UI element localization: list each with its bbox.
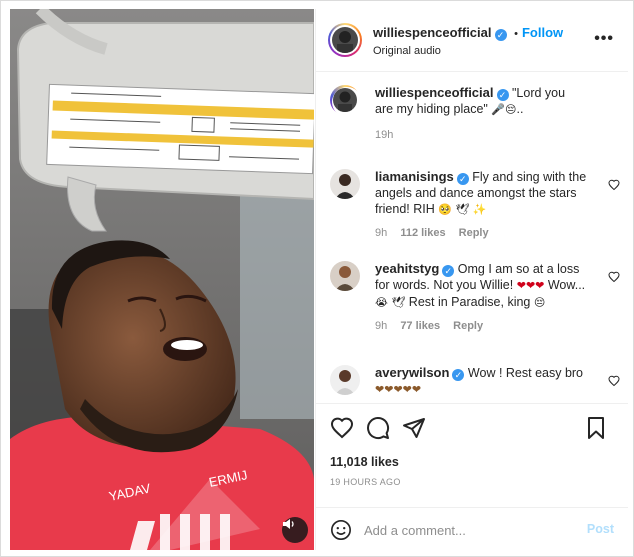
red-heart-emoji-icon: ❤ xyxy=(535,279,545,292)
dove-emoji-icon: 🕊 xyxy=(455,203,470,216)
brown-heart-emoji-icon: ❤ xyxy=(393,383,403,396)
comment-item: yeahitstyg ✓ Omg I am so at a loss for wo… xyxy=(330,261,620,356)
microphone-emoji-icon: 🎤 xyxy=(491,103,506,116)
verified-badge-icon: ✓ xyxy=(496,89,509,101)
author-avatar[interactable] xyxy=(332,27,358,53)
audio-label[interactable]: Original audio xyxy=(373,45,441,57)
comment-text-2: Wow... xyxy=(547,278,586,292)
speaker-icon xyxy=(283,519,294,529)
comment-item: liamanisings ✓ Fly and sing with the ange… xyxy=(330,169,620,249)
dove-emoji-icon: 🕊 xyxy=(391,296,406,309)
author-line: williespenceofficial ✓ • Follow xyxy=(373,25,563,41)
heart-icon[interactable] xyxy=(608,375,620,387)
comment-username[interactable]: averywilson xyxy=(375,365,449,380)
comment-body: liamanisings ✓ Fly and sing with the ange… xyxy=(375,169,595,241)
comment-input[interactable] xyxy=(364,520,574,540)
like-count[interactable]: 11,018 likes xyxy=(330,455,399,469)
verified-badge-icon: ✓ xyxy=(456,173,469,185)
post-actions: 11,018 likes 19 HOURS AGO xyxy=(316,403,628,513)
comments-list[interactable]: williespenceofficial ✓ "Lord you are my h… xyxy=(316,73,628,403)
caption-tail: .. xyxy=(516,102,524,116)
comment-icon[interactable] xyxy=(366,416,390,440)
comment-username[interactable]: liamanisings xyxy=(375,169,454,184)
post-side-panel: williespenceofficial ✓ • Follow Original a… xyxy=(315,9,628,550)
author-username[interactable]: williespenceofficial xyxy=(373,25,492,40)
more-options-icon[interactable]: ••• xyxy=(594,30,614,48)
dot-separator: • xyxy=(514,28,518,40)
caption-avatar[interactable] xyxy=(333,88,357,112)
comment-likes[interactable]: 112 likes xyxy=(400,227,445,239)
commenter-avatar[interactable] xyxy=(330,261,360,291)
comment-username[interactable]: yeahitstyg xyxy=(375,261,439,276)
caption-time[interactable]: 19h xyxy=(375,129,393,141)
caption-body: williespenceofficial ✓ "Lord you are my h… xyxy=(375,85,585,143)
comment-body: yeahitstyg ✓ Omg I am so at a loss for wo… xyxy=(375,261,595,334)
sad-face-emoji-icon: 😔 xyxy=(533,296,546,309)
brown-heart-emoji-icon: ❤ xyxy=(375,383,385,396)
post-video[interactable]: YADAV ERMIJ xyxy=(10,9,314,550)
commenter-avatar[interactable] xyxy=(330,365,360,395)
comment-time[interactable]: 9h xyxy=(375,320,387,332)
post-header: williespenceofficial ✓ • Follow Original a… xyxy=(316,9,628,72)
post-timestamp[interactable]: 19 HOURS AGO xyxy=(330,477,401,487)
verified-badge-icon: ✓ xyxy=(442,265,455,277)
comment-item: averywilson ✓ Wow ! Rest easy bro ❤❤❤❤❤ xyxy=(330,365,620,403)
reply-button[interactable]: Reply xyxy=(453,320,483,332)
reply-button[interactable]: Reply xyxy=(459,227,489,239)
caption-item: williespenceofficial ✓ "Lord you are my h… xyxy=(330,85,620,145)
follow-button[interactable]: Follow xyxy=(522,25,563,40)
comment-body: averywilson ✓ Wow ! Rest easy bro ❤❤❤❤❤ xyxy=(375,365,595,398)
verified-badge-icon: ✓ xyxy=(494,29,507,41)
sad-face-emoji-icon: 😔 xyxy=(505,103,517,116)
caption-username[interactable]: williespenceofficial xyxy=(375,85,494,100)
verified-badge-icon: ✓ xyxy=(452,369,465,381)
add-comment-bar: Post xyxy=(316,507,628,550)
comment-text: Wow ! Rest easy bro xyxy=(467,366,584,380)
pleading-face-emoji-icon: 🥺 xyxy=(438,203,452,216)
post-modal: YADAV ERMIJ williespenceofficial ✓ • Follo… xyxy=(0,0,634,557)
heart-icon[interactable] xyxy=(608,271,620,283)
emoji-icon[interactable] xyxy=(330,519,352,541)
brown-heart-emoji-icon: ❤ xyxy=(411,383,422,396)
mute-button[interactable] xyxy=(282,517,308,543)
video-frame-illustration: YADAV ERMIJ xyxy=(10,9,314,550)
heart-icon[interactable] xyxy=(330,416,354,440)
red-heart-emoji-icon: ❤ xyxy=(525,279,536,292)
brown-heart-emoji-icon: ❤ xyxy=(402,383,412,396)
comment-likes[interactable]: 77 likes xyxy=(400,320,440,332)
red-heart-emoji-icon: ❤ xyxy=(516,279,526,292)
bookmark-icon[interactable] xyxy=(584,416,608,440)
sparkles-emoji-icon: ✨ xyxy=(472,203,487,216)
share-icon[interactable] xyxy=(402,416,426,440)
comment-text-3: Rest in Paradise, king xyxy=(408,295,531,309)
crying-face-emoji-icon: 😭 xyxy=(375,296,388,309)
comment-time[interactable]: 9h xyxy=(375,227,387,239)
heart-icon[interactable] xyxy=(608,179,620,191)
commenter-avatar[interactable] xyxy=(330,169,360,199)
post-comment-button[interactable]: Post xyxy=(587,522,614,536)
